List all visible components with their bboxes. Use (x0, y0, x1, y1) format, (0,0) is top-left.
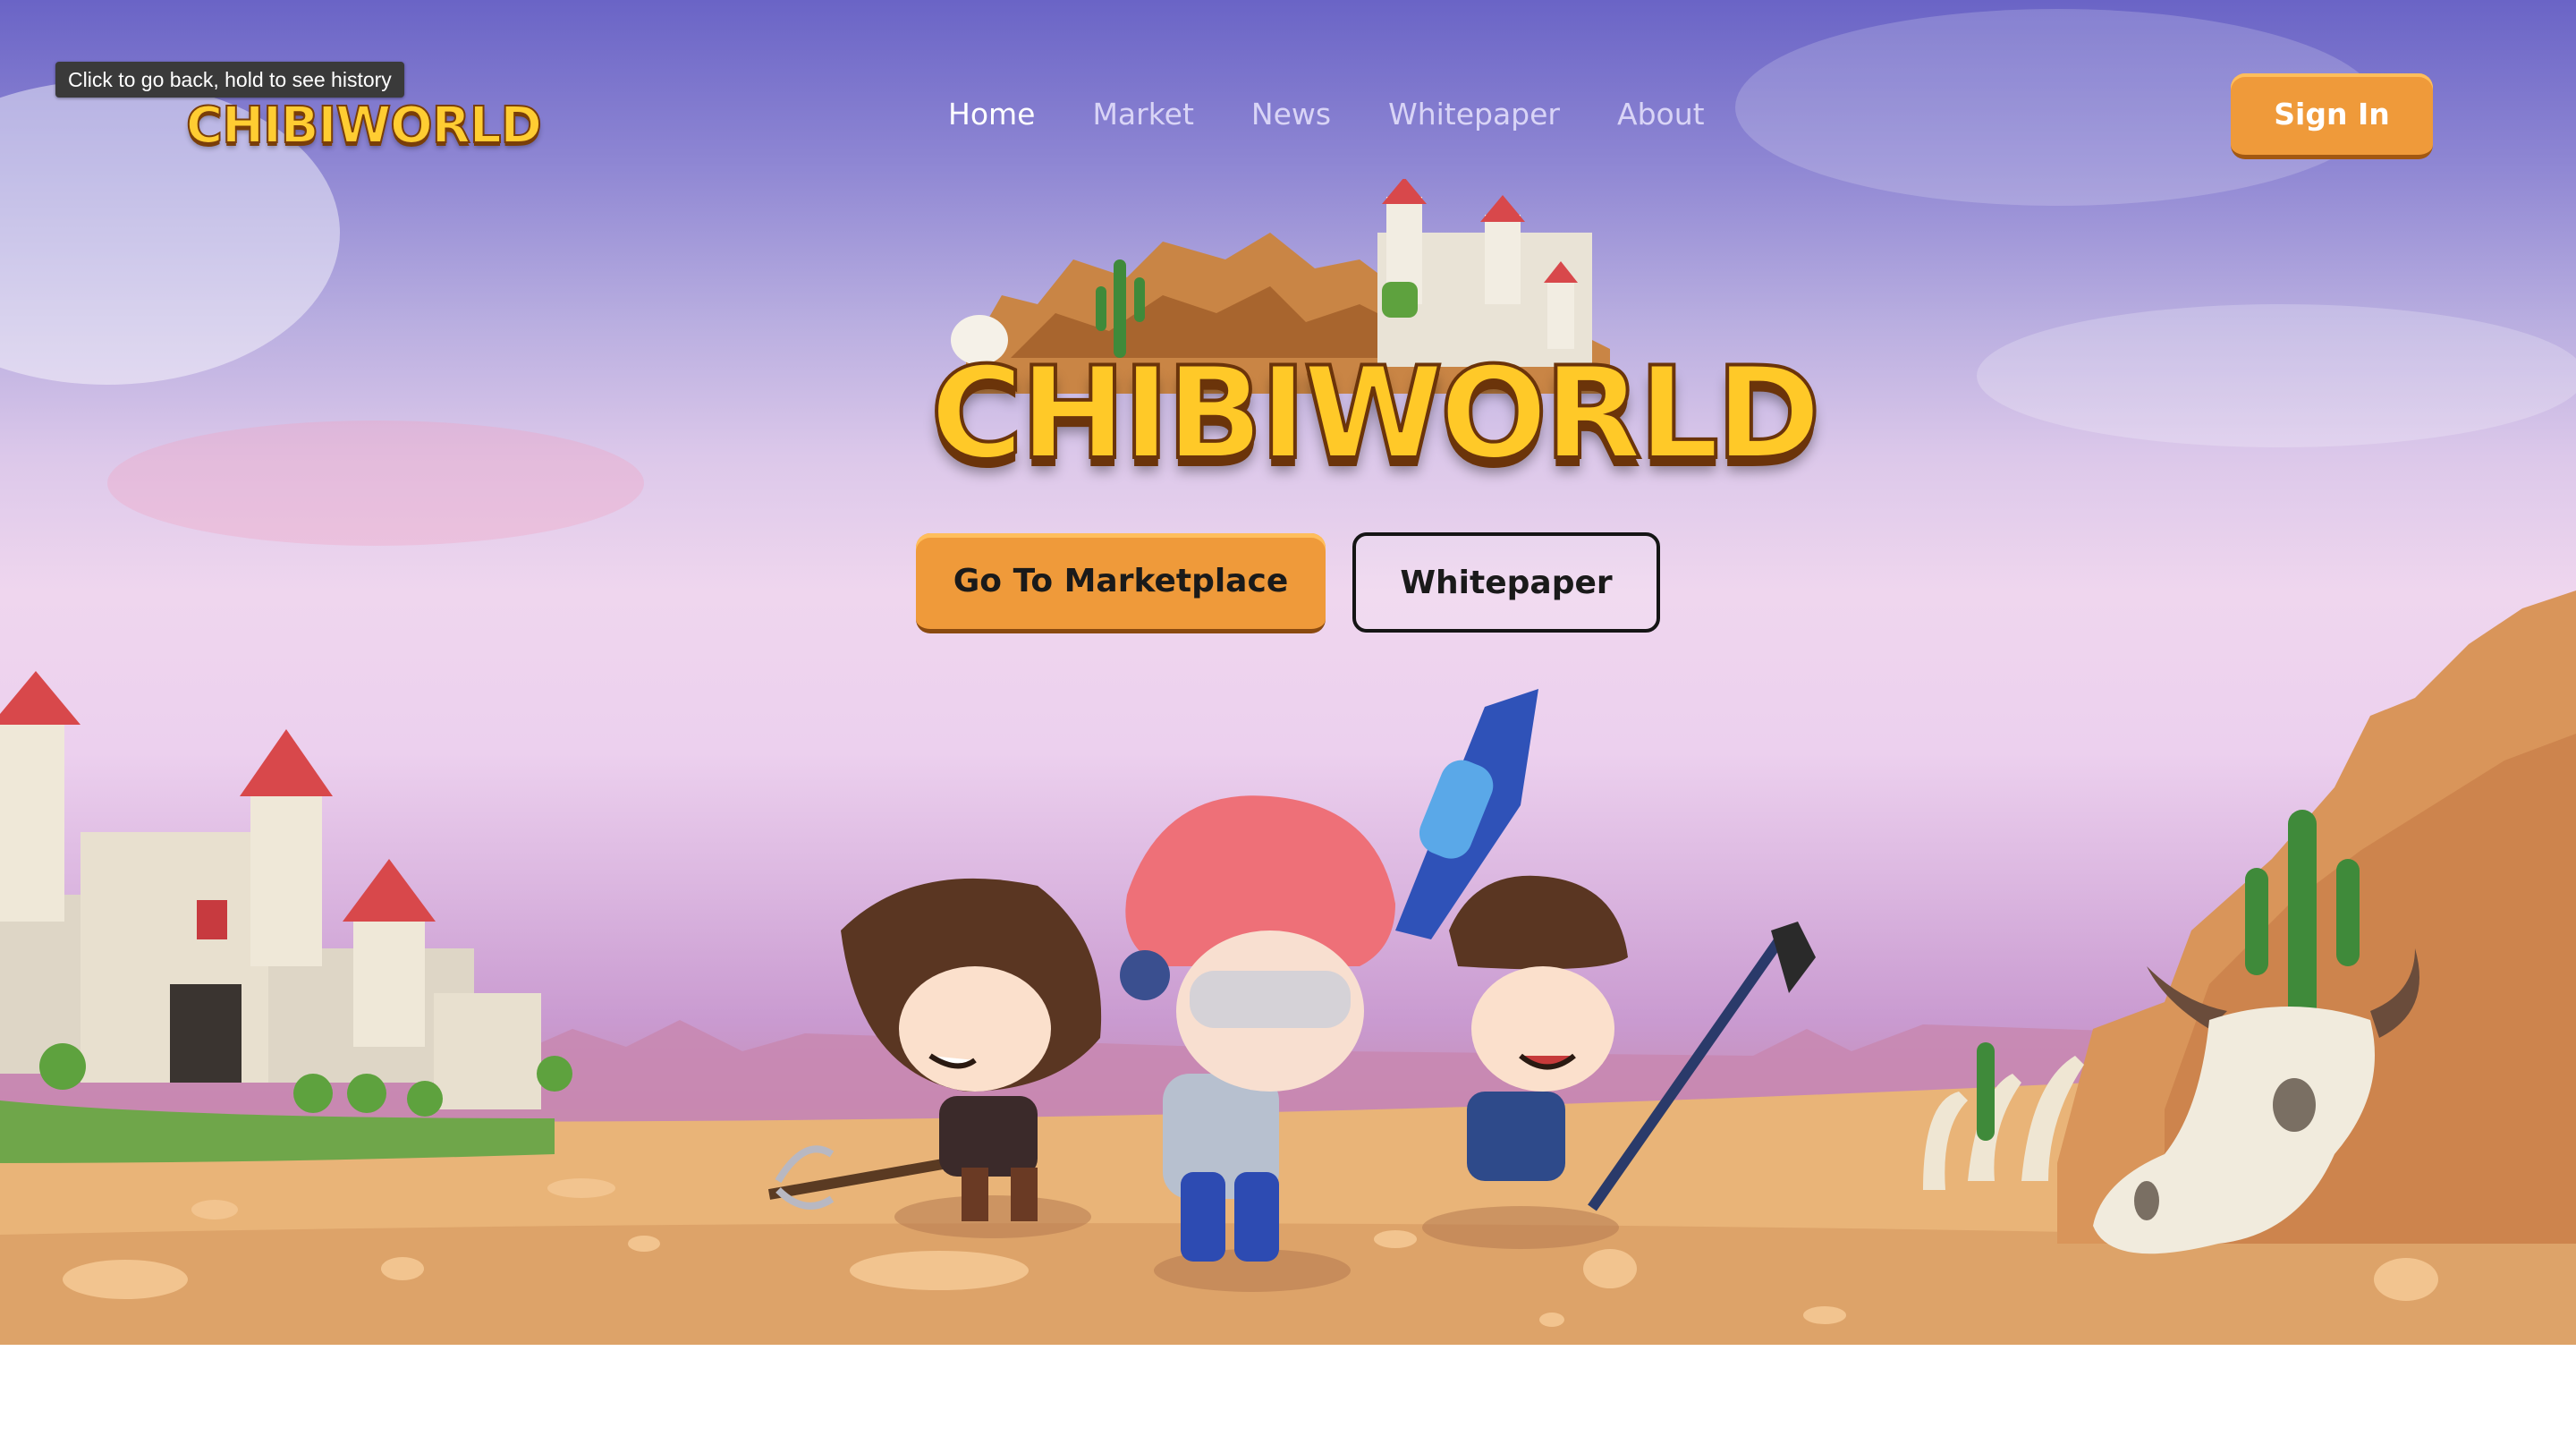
hero-logo: CHIBIWORLD (928, 179, 1823, 501)
header-logo[interactable]: CHIBIWORLD (185, 96, 543, 156)
whitepaper-button[interactable]: Whitepaper (1352, 532, 1660, 633)
hero-logo-text: CHIBIWORLD (928, 338, 1823, 489)
sign-in-button[interactable]: Sign In (2231, 73, 2433, 159)
nav-whitepaper[interactable]: Whitepaper (1388, 97, 1560, 132)
cloud (107, 421, 644, 546)
nav-about[interactable]: About (1617, 97, 1705, 132)
hero-section: Click to go back, hold to see history CH… (0, 0, 2576, 1345)
nav-market[interactable]: Market (1092, 97, 1193, 132)
nav-home[interactable]: Home (948, 97, 1035, 132)
go-to-marketplace-button[interactable]: Go To Marketplace (916, 533, 1326, 633)
nav-news[interactable]: News (1251, 97, 1331, 132)
browser-back-tooltip: Click to go back, hold to see history (55, 62, 404, 98)
cloud (1977, 304, 2576, 447)
main-nav: Home Market News Whitepaper About (948, 97, 1705, 132)
